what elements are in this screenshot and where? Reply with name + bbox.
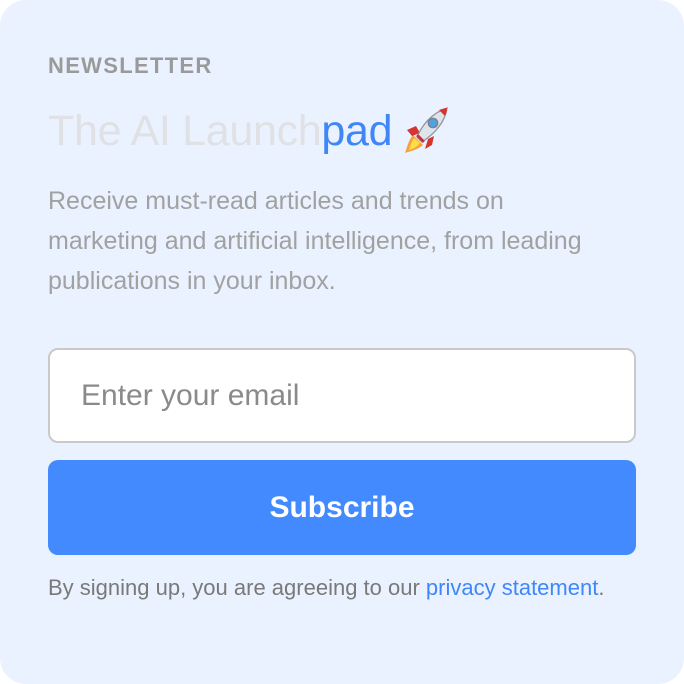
newsletter-card: NEWSLETTER The AI Launchpad Receive must…	[0, 0, 684, 684]
rocket-icon	[404, 103, 454, 171]
privacy-notice: By signing up, you are agreeing to our p…	[48, 572, 608, 604]
newsletter-description: Receive must-read articles and trends on…	[48, 187, 582, 295]
email-input[interactable]	[48, 348, 636, 443]
section-eyebrow: NEWSLETTER	[48, 53, 213, 78]
title-prefix: The AI Launch	[48, 107, 322, 155]
privacy-notice-period: .	[598, 575, 605, 600]
subscribe-button[interactable]: Subscribe	[48, 460, 636, 555]
privacy-statement-link[interactable]: privacy statement	[426, 575, 598, 600]
title-accent: pad	[321, 107, 393, 155]
privacy-notice-text: By signing up, you are agreeing to our	[48, 575, 426, 600]
newsletter-title: The AI Launchpad	[48, 101, 454, 171]
